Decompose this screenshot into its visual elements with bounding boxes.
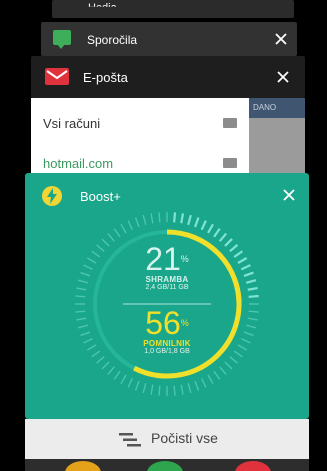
account-row[interactable]: hotmail.com bbox=[31, 144, 249, 173]
gauge-tick bbox=[187, 214, 192, 226]
background-dot bbox=[65, 461, 101, 471]
storage-percent: 21 bbox=[145, 241, 181, 277]
close-icon[interactable] bbox=[267, 56, 299, 98]
gauge-tick bbox=[218, 232, 227, 242]
all-accounts-row[interactable]: Vsi računi bbox=[31, 104, 249, 140]
gauge-tick bbox=[213, 228, 221, 238]
gauge-tick bbox=[187, 383, 192, 394]
gauge-tick bbox=[142, 214, 147, 225]
memory-percent: 56 bbox=[145, 305, 181, 341]
gauge-tick bbox=[200, 220, 207, 231]
gauge-tick bbox=[194, 217, 200, 228]
gauge-tick bbox=[107, 233, 115, 242]
gauge-tick bbox=[219, 366, 227, 375]
folder-icon bbox=[223, 158, 237, 168]
recents-card-hedia[interactable]: Hedia bbox=[52, 0, 294, 18]
gauge-tick bbox=[120, 374, 127, 385]
storage-percent-sign: % bbox=[180, 254, 189, 264]
gauge-tick bbox=[96, 356, 105, 364]
gauge-tick bbox=[213, 370, 221, 380]
memory-label: POMNILNIK bbox=[143, 339, 191, 348]
close-icon[interactable] bbox=[265, 22, 297, 56]
memory-percent-sign: % bbox=[180, 318, 189, 328]
account-label: hotmail.com bbox=[43, 156, 114, 171]
gauge-tick bbox=[142, 383, 147, 394]
gauge-tick bbox=[173, 212, 177, 223]
gauge-tick bbox=[173, 385, 176, 396]
all-accounts-label: Vsi računi bbox=[43, 116, 101, 131]
recents-card-messages[interactable]: Sporočila bbox=[41, 22, 297, 56]
gauge-tick bbox=[75, 295, 86, 298]
folder-icon bbox=[223, 118, 237, 128]
storage-label: SHRAMBA bbox=[145, 275, 189, 284]
gauge-tick bbox=[158, 212, 161, 223]
memory-readout: 56% POMNILNIK 1,0 GB/1,8 GB bbox=[25, 307, 309, 355]
boost-gauge bbox=[75, 212, 259, 396]
email-preview[interactable]: Vsi računi hotmail.com DANO bbox=[31, 98, 305, 173]
background-dot bbox=[235, 461, 271, 471]
messages-app-icon bbox=[53, 30, 71, 49]
clear-all-label: Počisti vse bbox=[151, 430, 218, 446]
gauge-tick bbox=[194, 380, 200, 391]
gauge-tick bbox=[134, 217, 140, 228]
background-card-strip bbox=[25, 459, 309, 471]
storage-detail: 2,4 GB/11 GB bbox=[145, 284, 189, 291]
storage-readout: 21% SHRAMBA 2,4 GB/11 GB bbox=[25, 243, 309, 291]
gauge-tick bbox=[113, 228, 121, 238]
gauge-tick bbox=[127, 220, 133, 230]
recents-card-boost[interactable]: Boost+ 21% SHRAMBA 2,4 GB/11 GB 56% POMN… bbox=[25, 173, 309, 419]
side-strip-text: DANO bbox=[249, 98, 305, 118]
recents-card-email[interactable]: E-pošta bbox=[31, 56, 305, 98]
gauge-tick bbox=[101, 361, 110, 370]
gauge-tick bbox=[134, 380, 140, 391]
recents-card-title: Sporočila bbox=[87, 33, 138, 47]
gauge-tick bbox=[150, 384, 154, 395]
gauge-tick bbox=[107, 366, 115, 375]
gauge-tick bbox=[248, 294, 259, 298]
gauge-tick bbox=[158, 385, 161, 396]
recents-card-title: E-pošta bbox=[83, 70, 128, 85]
gauge-tick bbox=[180, 213, 185, 224]
gauge-tick bbox=[207, 223, 214, 234]
clear-all-button[interactable]: Počisti vse bbox=[25, 419, 309, 459]
gauge-tick bbox=[201, 378, 207, 388]
recents-card-title: Hedia bbox=[88, 2, 117, 14]
gauge-tick bbox=[224, 361, 233, 370]
gauge-tick bbox=[113, 370, 121, 380]
gauge-tick bbox=[229, 356, 238, 364]
gauge-tick bbox=[180, 384, 184, 395]
gauge-tick bbox=[150, 213, 154, 224]
clear-all-icon bbox=[119, 433, 141, 447]
gauge-tick bbox=[127, 378, 133, 388]
email-side-pane: DANO bbox=[249, 98, 305, 173]
gauge-tick bbox=[120, 223, 127, 234]
gauge-tick bbox=[207, 374, 214, 385]
background-dot bbox=[147, 461, 183, 471]
memory-detail: 1,0 GB/1,8 GB bbox=[144, 348, 190, 355]
email-app-icon bbox=[45, 68, 69, 85]
